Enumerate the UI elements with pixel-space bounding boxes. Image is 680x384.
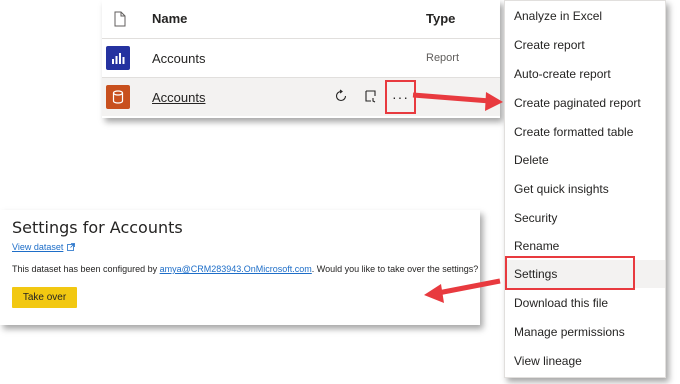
config-prefix: This dataset has been configured by — [12, 264, 160, 274]
document-icon — [114, 11, 126, 27]
schedule-refresh-icon[interactable] — [364, 89, 378, 103]
more-options-button[interactable]: ··· — [385, 80, 416, 114]
column-header-type[interactable]: Type — [426, 11, 455, 26]
refresh-icon[interactable] — [334, 89, 348, 103]
dataset-icon — [106, 85, 130, 109]
menu-item-create-report[interactable]: Create report — [505, 31, 665, 59]
menu-item-settings[interactable]: Settings — [505, 260, 665, 288]
ellipsis-icon: ··· — [392, 89, 409, 105]
menu-item-security[interactable]: Security — [505, 204, 665, 232]
list-header: Name Type — [102, 0, 500, 39]
menu-item-rename[interactable]: Rename — [505, 232, 665, 260]
list-row-report[interactable]: Accounts Report — [102, 39, 500, 78]
menu-item-create-paginated-report[interactable]: Create paginated report — [505, 89, 665, 117]
settings-title: Settings for Accounts — [12, 218, 183, 237]
workspace-list: Name Type Accounts Report Accounts ··· — [102, 0, 500, 118]
list-row-dataset[interactable]: Accounts ··· — [102, 78, 500, 116]
column-header-name[interactable]: Name — [152, 11, 187, 26]
item-name-link[interactable]: Accounts — [152, 90, 205, 105]
settings-panel: Settings for Accounts View dataset This … — [0, 210, 480, 325]
external-link-icon[interactable] — [67, 243, 75, 251]
config-user-link[interactable]: amya@CRM283943.OnMicrosoft.com — [160, 264, 312, 274]
menu-item-get-quick-insights[interactable]: Get quick insights — [505, 175, 665, 203]
menu-item-view-lineage[interactable]: View lineage — [505, 347, 665, 375]
item-type: Report — [426, 52, 460, 64]
take-over-button[interactable]: Take over — [12, 287, 77, 308]
context-menu: Analyze in Excel Create report Auto-crea… — [504, 0, 666, 378]
menu-item-create-formatted-table[interactable]: Create formatted table — [505, 118, 665, 146]
menu-item-delete[interactable]: Delete — [505, 146, 665, 174]
config-message: This dataset has been configured by amya… — [12, 264, 478, 274]
menu-item-auto-create-report[interactable]: Auto-create report — [505, 60, 665, 88]
report-icon — [106, 46, 130, 70]
menu-item-download-this-file[interactable]: Download this file — [505, 289, 665, 317]
menu-item-manage-permissions[interactable]: Manage permissions — [505, 318, 665, 346]
item-name[interactable]: Accounts — [152, 51, 205, 66]
config-suffix: . Would you like to take over the settin… — [311, 264, 479, 274]
view-dataset-link[interactable]: View dataset — [12, 242, 63, 252]
menu-item-analyze-in-excel[interactable]: Analyze in Excel — [505, 2, 665, 30]
